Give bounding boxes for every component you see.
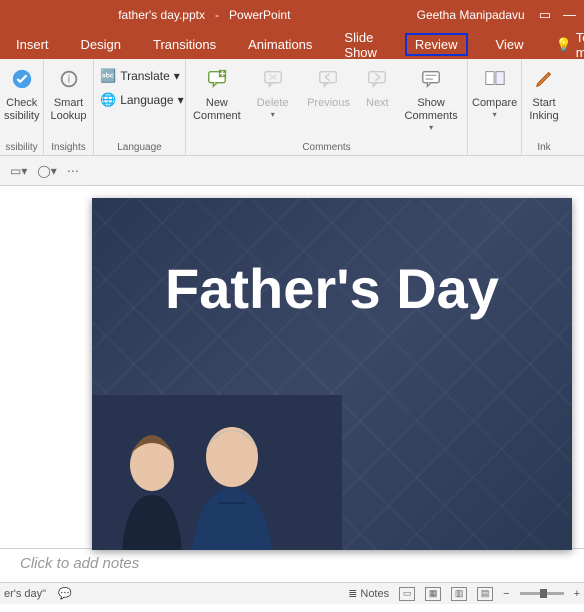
tab-design[interactable]: Design <box>77 33 125 56</box>
overflow-icon[interactable]: ⋯ <box>67 164 79 178</box>
group-ink-label: Ink <box>526 142 562 155</box>
chevron-down-icon: ▾ <box>271 110 275 120</box>
group-language: 🔤 Translate ▾ 🌐 Language ▾ Language <box>94 59 186 155</box>
new-comment-label: New Comment <box>193 97 241 123</box>
delete-comment-icon <box>258 65 288 93</box>
tab-tellme[interactable]: 💡 Tell me <box>552 26 584 64</box>
compare-label: Compare <box>472 97 517 110</box>
minimize-icon[interactable]: — <box>563 7 576 23</box>
group-insights: i Smart Lookup Insights <box>44 59 94 155</box>
zoom-in-button[interactable]: + <box>574 588 580 600</box>
new-comment-icon <box>202 65 232 93</box>
show-comments-label: Show Comments <box>405 97 458 123</box>
notes-toggle[interactable]: ≣ Notes <box>348 587 389 600</box>
delete-comment-button[interactable]: Delete ▾ <box>246 61 300 120</box>
check-accessibility-label2: ssibility <box>4 110 39 123</box>
smart-lookup-label: Smart Lookup <box>50 97 86 123</box>
slide-canvas[interactable]: Father's Day <box>0 186 584 548</box>
notes-pane[interactable]: Click to add notes <box>0 548 584 582</box>
check-accessibility-button[interactable]: Check ssibility <box>4 61 39 123</box>
next-comment-icon <box>362 65 392 93</box>
zoom-slider[interactable] <box>520 592 564 595</box>
sorter-view-icon[interactable]: ▦ <box>425 587 441 601</box>
globe-icon: 🌐 <box>100 92 116 108</box>
show-comments-icon <box>416 65 446 93</box>
notes-placeholder: Click to add notes <box>20 555 139 572</box>
group-comments: New Comment Delete ▾ Previous Next <box>186 59 468 155</box>
tab-view[interactable]: View <box>492 33 528 56</box>
status-bar: er's day" 💬 ≣ Notes ▭ ▦ ▥ ▤ − + <box>0 582 584 604</box>
previous-comment-icon <box>313 65 343 93</box>
compare-button[interactable]: Compare ▾ <box>472 61 517 120</box>
shape-circle-icon[interactable]: ◯▾ <box>37 164 56 178</box>
title-sep: - <box>208 8 225 22</box>
title-user: Geetha Manipadavu <box>417 8 525 22</box>
chevron-down-icon: ▾ <box>174 69 180 83</box>
group-comments-label: Comments <box>190 142 463 155</box>
ribbon-display-options-icon[interactable]: ▭ <box>539 7 551 23</box>
previous-comment-label: Previous <box>307 97 350 110</box>
translate-label: Translate <box>120 69 170 83</box>
pen-icon <box>529 65 559 93</box>
tab-transitions[interactable]: Transitions <box>149 33 220 56</box>
next-comment-button[interactable]: Next <box>357 61 397 110</box>
chevron-down-icon: ▾ <box>493 110 497 120</box>
group-compare-label <box>472 153 517 155</box>
delete-comment-label: Delete <box>257 97 289 110</box>
slideshow-view-icon[interactable]: ▤ <box>477 587 493 601</box>
chevron-down-icon: ▾ <box>178 93 184 107</box>
ribbon: Check ssibility ssibility i Smart Lookup… <box>0 59 584 156</box>
title-app: PowerPoint <box>229 8 290 22</box>
group-compare: Compare ▾ <box>468 59 522 155</box>
tab-animations[interactable]: Animations <box>244 33 316 56</box>
tab-insert[interactable]: Insert <box>12 33 53 56</box>
shape-rect-icon[interactable]: ▭▾ <box>10 164 27 178</box>
ribbon-tabs: Insert Design Transitions Animations Sli… <box>0 30 584 59</box>
check-accessibility-label1: Check <box>6 97 37 110</box>
normal-view-icon[interactable]: ▭ <box>399 587 415 601</box>
group-accessibility: Check ssibility ssibility <box>0 59 44 155</box>
comments-icon[interactable]: 💬 <box>58 587 72 600</box>
slide-title[interactable]: Father's Day <box>92 256 572 321</box>
chevron-down-icon: ▾ <box>429 123 433 133</box>
start-inking-label: Start Inking <box>529 97 558 123</box>
tellme-label: Tell me <box>576 30 584 60</box>
language-button[interactable]: 🌐 Language ▾ <box>98 89 186 111</box>
group-ink: Start Inking Ink <box>522 59 566 155</box>
language-label: Language <box>120 93 173 107</box>
next-comment-label: Next <box>366 97 389 110</box>
svg-text:i: i <box>67 74 69 86</box>
smart-lookup-button[interactable]: i Smart Lookup <box>48 61 89 123</box>
quick-shapes-bar: ▭▾ ◯▾ ⋯ <box>0 156 584 186</box>
reading-view-icon[interactable]: ▥ <box>451 587 467 601</box>
group-language-label: Language <box>98 142 181 155</box>
translate-button[interactable]: 🔤 Translate ▾ <box>98 65 182 87</box>
accessibility-check-icon <box>7 65 37 93</box>
status-slide-info: er's day" <box>4 588 46 600</box>
slide-photo[interactable] <box>92 395 342 550</box>
tab-slideshow[interactable]: Slide Show <box>340 26 381 64</box>
compare-icon <box>480 65 510 93</box>
slide[interactable]: Father's Day <box>92 198 572 550</box>
lightbulb-icon: 💡 <box>556 37 572 53</box>
new-comment-button[interactable]: New Comment <box>190 61 244 123</box>
start-inking-button[interactable]: Start Inking <box>526 61 562 123</box>
translate-icon: 🔤 <box>100 68 116 84</box>
show-comments-button[interactable]: Show Comments ▾ <box>399 61 463 133</box>
notes-toggle-label: Notes <box>360 588 389 600</box>
title-bar: father's day.pptx - PowerPoint Geetha Ma… <box>0 0 584 30</box>
lookup-icon: i <box>54 65 84 93</box>
title-center: father's day.pptx - PowerPoint <box>8 8 401 22</box>
previous-comment-button[interactable]: Previous <box>302 61 356 110</box>
group-insights-label: Insights <box>48 142 89 155</box>
title-file: father's day.pptx <box>118 8 205 22</box>
group-accessibility-label: ssibility <box>4 142 39 155</box>
zoom-out-button[interactable]: − <box>503 588 509 600</box>
tab-review[interactable]: Review <box>405 33 468 56</box>
